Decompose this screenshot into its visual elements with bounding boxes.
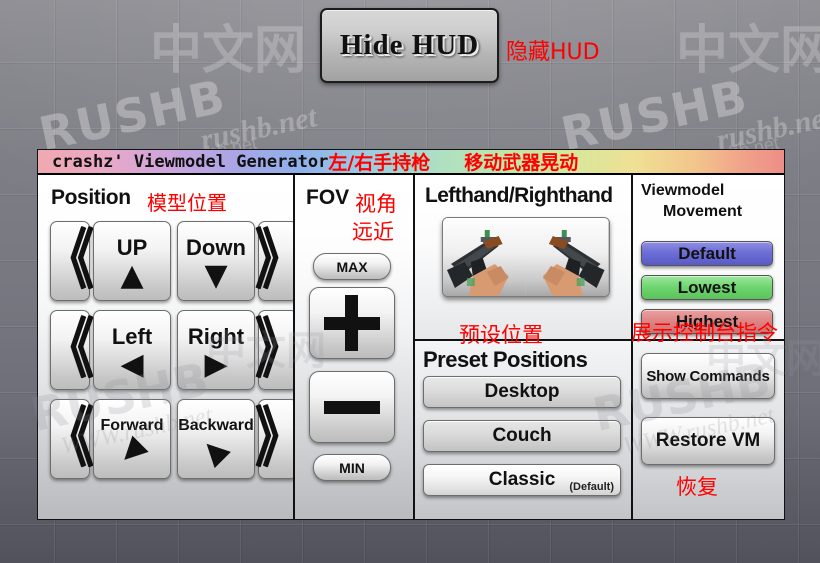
arrow-down-icon: ▼ [204, 257, 228, 293]
arrow-right-icon: ▶ [204, 346, 228, 382]
window-panels: Position 模型位置 《 UP ▲ Down ▼ 》 《 Left ◀ R… [38, 175, 784, 519]
position-up-label: UP [116, 234, 148, 260]
position-right-repeat-button[interactable]: 》 [255, 310, 301, 390]
double-chevron-left-icon: 《 [46, 222, 94, 299]
arrow-up-icon: ▲ [120, 257, 144, 293]
plus-icon [324, 295, 380, 351]
title-annotation-hand-cn: 左/右手持枪 [328, 152, 431, 174]
preset-desktop-label: Desktop [484, 381, 560, 402]
show-commands-button[interactable]: Show Commands [641, 353, 775, 399]
restore-annotation-cn: 恢复 [676, 475, 718, 499]
fov-panel: FOV 视角 远近 MAX MIN [293, 175, 413, 519]
movement-heading-line1: Viewmodel [641, 182, 725, 199]
viewmodel-generator-window: crashz' Viewmodel Generator 左/右手持枪 移动武器晃… [37, 149, 785, 520]
hand-and-preset-column: Lefthand/Righthand 预设位置 Preset Positions… [413, 175, 631, 519]
fov-min-label: MIN [339, 459, 365, 476]
minus-icon [324, 379, 380, 435]
hide-hud-annotation-cn: 隐藏HUD [506, 40, 600, 65]
title-annotation-sway-cn: 移动武器晃动 [464, 152, 579, 174]
position-forward-label: Forward [100, 416, 164, 434]
position-backward-label: Backward [178, 416, 254, 434]
window-title: crashz' Viewmodel Generator [52, 151, 329, 172]
restore-vm-button[interactable]: Restore VM [641, 417, 775, 465]
position-right-label: Right [187, 323, 245, 349]
window-titlebar: crashz' Viewmodel Generator 左/右手持枪 移动武器晃… [38, 150, 784, 175]
position-panel: Position 模型位置 《 UP ▲ Down ▼ 》 《 Left ◀ R… [38, 175, 301, 519]
double-chevron-left-icon: 《 [46, 311, 94, 388]
lefthand-righthand-panel: Lefthand/Righthand [415, 175, 631, 341]
position-row-vertical: 《 UP ▲ Down ▼ 》 [46, 221, 301, 301]
righthand-thumbnail[interactable] [525, 218, 609, 296]
position-heading-cn: 模型位置 [147, 191, 227, 215]
fov-max-label: MAX [336, 258, 368, 275]
preset-couch-button[interactable]: Couch [423, 420, 621, 452]
commands-heading-cn: 展示控制台指令 [631, 321, 778, 345]
position-heading: Position [51, 186, 131, 209]
lefthand-righthand-heading: Lefthand/Righthand [425, 184, 613, 207]
arrow-left-icon: ◀ [120, 346, 144, 382]
position-backward-button[interactable]: Backward ◀ [177, 399, 255, 479]
preset-positions-panel: 预设位置 Preset Positions Desktop Couch Clas… [415, 323, 631, 519]
movement-and-commands-column: Viewmodel Movement Default Lowest Highes… [631, 175, 784, 519]
position-down-repeat-right-button[interactable]: 》 [255, 221, 301, 301]
arrow-forward-icon: ◀ [111, 429, 153, 471]
fov-increase-button[interactable] [309, 287, 395, 359]
position-forward-button[interactable]: Forward ◀ [93, 399, 171, 479]
position-forward-repeat-button[interactable]: 《 [46, 399, 94, 479]
fov-heading: FOV [306, 186, 350, 209]
movement-default-label: Default [678, 243, 736, 263]
fov-heading-cn-1: 视角 [355, 192, 397, 216]
position-up-button[interactable]: UP ▲ [93, 221, 171, 301]
position-left-label: Left [111, 323, 153, 349]
hide-hud-button[interactable]: Hide HUD [320, 8, 499, 83]
arrow-backward-icon: ◀ [195, 429, 237, 471]
preset-heading-cn: 预设位置 [459, 323, 543, 347]
commands-panel: 展示控制台指令 恢复 Show Commands Restore VM [631, 321, 784, 519]
hand-toggle-thumbnails[interactable] [442, 217, 610, 297]
double-chevron-left-icon: 《 [46, 400, 94, 477]
movement-lowest-button[interactable]: Lowest [641, 275, 773, 300]
position-down-button[interactable]: Down ▼ [177, 221, 255, 301]
position-backward-repeat-button[interactable]: 》 [255, 399, 301, 479]
position-right-button[interactable]: Right ▶ [177, 310, 255, 390]
position-up-repeat-left-button[interactable]: 《 [46, 221, 94, 301]
position-row-depth: 《 Forward ◀ Backward ◀ 》 [46, 399, 301, 479]
hide-hud-label: Hide HUD [339, 29, 480, 61]
position-left-button[interactable]: Left ◀ [93, 310, 171, 390]
preset-desktop-button[interactable]: Desktop [423, 376, 621, 408]
position-row-horizontal: 《 Left ◀ Right ▶ 》 [46, 310, 301, 390]
preset-classic-default-tag: (Default) [569, 481, 614, 493]
position-button-grid: 《 UP ▲ Down ▼ 》 《 Left ◀ Right ▶ 》 《 For… [46, 221, 301, 488]
hide-hud-area: Hide HUD 隐藏HUD [320, 8, 600, 83]
preset-couch-label: Couch [492, 425, 552, 446]
movement-default-button[interactable]: Default [641, 241, 773, 266]
movement-lowest-label: Lowest [677, 277, 737, 297]
movement-heading-line2: Movement [663, 203, 743, 220]
position-down-label: Down [186, 234, 246, 260]
position-left-repeat-button[interactable]: 《 [46, 310, 94, 390]
lefthand-thumbnail[interactable] [443, 218, 526, 296]
restore-vm-label: Restore VM [655, 430, 761, 451]
preset-heading: Preset Positions [423, 347, 588, 372]
ak47-viewmodel-left-icon [443, 218, 526, 296]
show-commands-label: Show Commands [646, 367, 770, 385]
ak47-viewmodel-right-icon [525, 218, 608, 296]
fov-decrease-button[interactable] [309, 371, 395, 443]
fov-min-button[interactable]: MIN [313, 454, 391, 481]
fov-max-button[interactable]: MAX [313, 253, 391, 280]
preset-classic-button[interactable]: Classic (Default) [423, 464, 621, 496]
fov-heading-cn-2: 远近 [352, 220, 394, 244]
preset-classic-label: Classic [488, 469, 556, 490]
